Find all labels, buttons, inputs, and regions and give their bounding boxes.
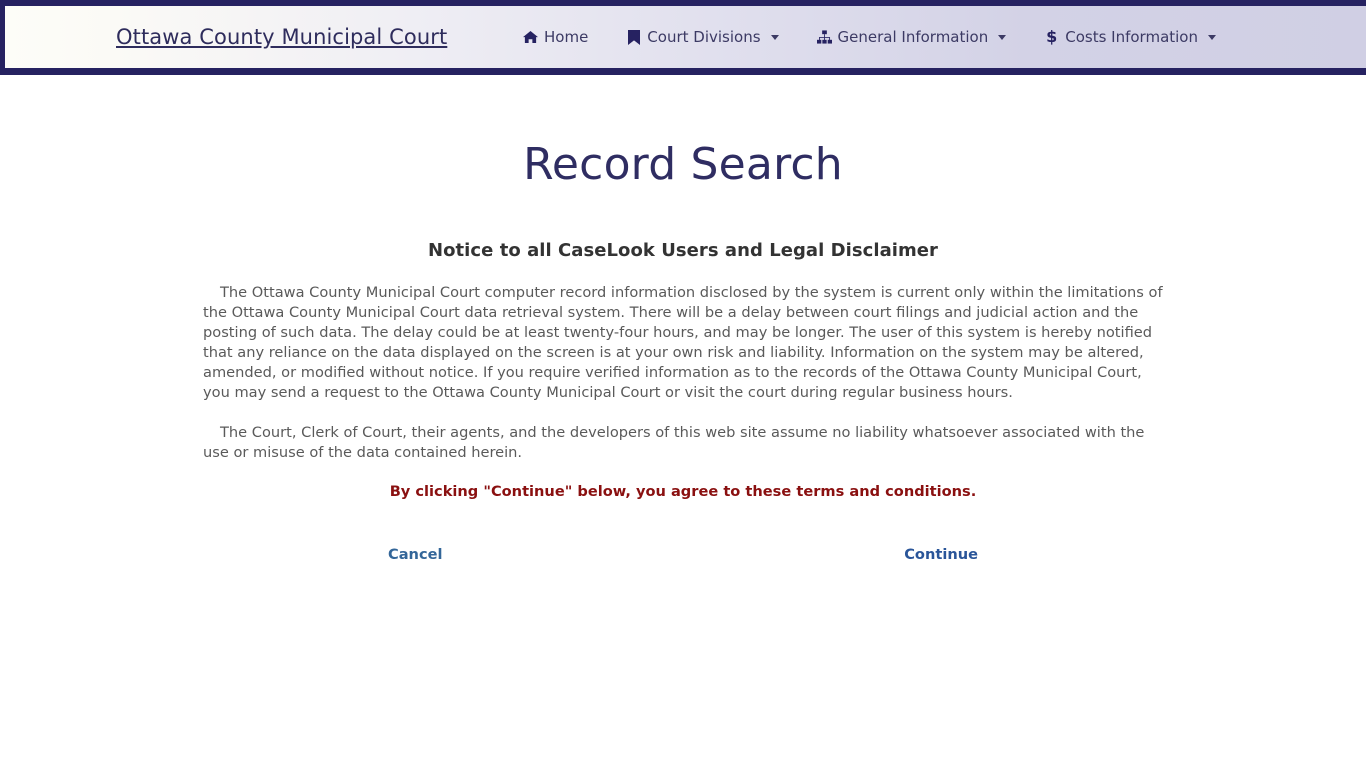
nav-label-costs-information: Costs Information [1065,28,1198,46]
page-title: Record Search [523,139,843,190]
brand-title[interactable]: Ottawa County Municipal Court [116,25,447,49]
main-content: Record Search Notice to all CaseLook Use… [0,75,1366,563]
site-header: Ottawa County Municipal Court Home Court… [0,0,1366,75]
nav-item-home[interactable]: Home [504,28,607,46]
chevron-down-icon [1208,34,1216,40]
sitemap-icon [816,30,832,45]
notice-heading: Notice to all CaseLook Users and Legal D… [428,239,938,261]
nav-label-general-information: General Information [837,28,989,46]
nav-item-general-information[interactable]: General Information [798,28,1026,46]
home-icon [523,30,538,45]
bookmark-icon [626,29,641,45]
chevron-down-icon [998,34,1007,40]
nav-item-court-divisions[interactable]: Court Divisions [607,28,797,46]
main-navigation: Home Court Divisions General Information… [504,28,1235,46]
cancel-button[interactable]: Cancel [388,546,443,563]
dollar-icon: $ [1046,27,1058,46]
disclaimer-panel: Notice to all CaseLook Users and Legal D… [203,192,1163,563]
agreement-warning: By clicking "Continue" below, you agree … [389,482,977,500]
nav-label-court-divisions: Court Divisions [647,28,761,46]
nav-label-home: Home [544,28,589,46]
chevron-down-icon [770,34,779,40]
action-button-row: Cancel Continue [203,546,1163,563]
disclaimer-paragraph-2: The Court, Clerk of Court, their agents,… [203,423,1145,461]
nav-item-costs-information[interactable]: $ Costs Information [1025,28,1235,46]
disclaimer-paragraph-1: The Ottawa County Municipal Court comput… [203,283,1163,401]
continue-button[interactable]: Continue [904,546,978,563]
